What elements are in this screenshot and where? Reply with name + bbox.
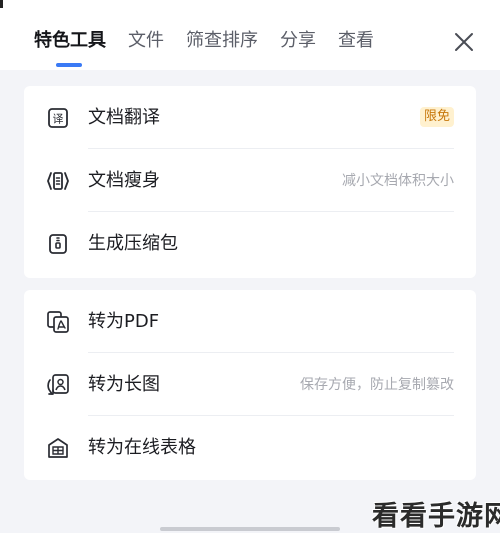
tab-label: 筛查排序 [186,30,258,51]
tab-bar: 特色工具 文件 筛查排序 分享 查看 [34,29,396,67]
tab-special-tools[interactable]: 特色工具 [34,29,106,67]
long-image-icon [47,374,69,395]
tab-label: 特色工具 [34,30,106,51]
bottom-handle [160,527,340,531]
menu-item-slim-document[interactable]: 文档瘦身 减小文档体积大小 [24,149,476,212]
menu-item-label: 生成压缩包 [88,233,178,254]
tab-filter-sort[interactable]: 筛查排序 [186,29,258,53]
close-icon [455,33,473,51]
menu-item-zip[interactable]: 生成压缩包 [24,212,476,275]
status-edge-mark [0,0,3,8]
tab-view[interactable]: 查看 [338,29,374,53]
tab-label: 查看 [338,30,374,51]
menu-item-convert-long-image[interactable]: 转为长图 保存方便，防止复制篡改 [24,353,476,416]
svg-text:译: 译 [53,113,64,126]
online-sheet-icon [48,438,68,458]
menu-item-hint: 减小文档体积大小 [342,173,454,189]
free-badge: 限免 [419,107,454,127]
menu-item-label: 文档翻译 [88,107,160,128]
tool-group-convert: 转为PDF 转为长图 保存方便，防止复制篡改 转为在线表格 [24,290,476,480]
translate-icon: 译 [48,108,68,128]
tab-label: 文件 [128,30,164,51]
menu-item-convert-pdf[interactable]: 转为PDF [24,290,476,353]
tab-label: 分享 [280,30,316,51]
menu-item-translate[interactable]: 译 文档翻译 限免 [24,86,476,149]
tool-group-document: 译 文档翻译 限免 文档瘦身 减小文档体积大小 生成压缩包 [24,86,476,278]
zip-icon [49,234,67,254]
menu-item-label: 文档瘦身 [88,170,160,191]
pdf-convert-icon [47,311,69,333]
tab-share[interactable]: 分享 [280,29,316,53]
menu-item-label: 转为长图 [88,374,160,395]
menu-item-convert-online-sheet[interactable]: 转为在线表格 [24,416,476,479]
close-button[interactable] [452,30,476,54]
tab-file[interactable]: 文件 [128,29,164,53]
menu-item-label: 转为在线表格 [88,437,196,458]
slim-document-icon [47,172,69,190]
active-tab-indicator [56,63,82,67]
menu-item-hint: 保存方便，防止复制篡改 [300,377,454,393]
menu-item-label: 转为PDF [88,311,160,332]
site-watermark: 看看手游网 [372,501,500,532]
